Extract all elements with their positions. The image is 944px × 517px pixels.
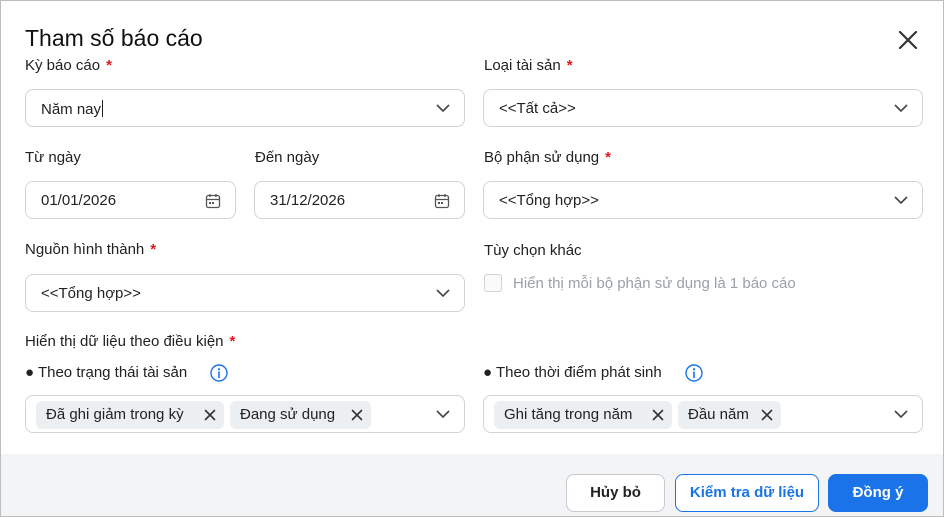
chevron-down-icon[interactable] bbox=[436, 409, 450, 419]
report-params-dialog: Tham số báo cáo Kỳ báo cáo * Năm nay Loại… bbox=[0, 0, 944, 517]
asset-status-multiselect[interactable]: Đã ghi giảm trong kỳ Đang sử dụng bbox=[25, 395, 465, 433]
report-period-select[interactable]: Năm nay bbox=[25, 89, 465, 127]
calendar-icon[interactable] bbox=[205, 193, 221, 209]
department-select[interactable]: <<Tổng hợp>> bbox=[483, 181, 923, 219]
tag-chip: Đầu năm bbox=[678, 401, 781, 429]
asset-type-value: <<Tất cả>> bbox=[499, 100, 576, 117]
from-date-value: 01/01/2026 bbox=[41, 192, 117, 209]
to-date-value: 31/12/2026 bbox=[270, 192, 346, 209]
dialog-title: Tham số báo cáo bbox=[25, 25, 203, 51]
remove-tag-icon[interactable] bbox=[204, 409, 216, 421]
info-icon[interactable] bbox=[685, 364, 703, 382]
to-date-label: Đến ngày bbox=[255, 149, 320, 166]
source-label: Nguồn hình thành * bbox=[25, 241, 157, 258]
chevron-down-icon[interactable] bbox=[894, 103, 908, 113]
source-select[interactable]: <<Tổng hợp>> bbox=[25, 274, 465, 312]
asset-type-label: Loại tài sản * bbox=[484, 57, 573, 74]
report-period-value: Năm nay bbox=[41, 101, 102, 118]
tag-label: Ghi tăng trong năm bbox=[504, 406, 633, 423]
remove-tag-icon[interactable] bbox=[652, 409, 664, 421]
chevron-down-icon[interactable] bbox=[436, 103, 450, 113]
text-cursor bbox=[102, 100, 104, 117]
source-value: <<Tổng hợp>> bbox=[41, 285, 141, 302]
info-icon[interactable] bbox=[210, 364, 228, 382]
department-value: <<Tổng hợp>> bbox=[499, 192, 599, 209]
close-icon[interactable] bbox=[896, 28, 920, 52]
asset-type-select[interactable]: <<Tất cả>> bbox=[483, 89, 923, 127]
ok-button[interactable]: Đồng ý bbox=[828, 474, 928, 512]
separate-report-checkbox[interactable] bbox=[484, 274, 502, 292]
tag-chip: Đã ghi giảm trong kỳ bbox=[36, 401, 224, 429]
asset-status-label: ● Theo trạng thái tài sản bbox=[25, 364, 188, 381]
cancel-button[interactable]: Hủy bỏ bbox=[566, 474, 665, 512]
remove-tag-icon[interactable] bbox=[761, 409, 773, 421]
chevron-down-icon[interactable] bbox=[894, 409, 908, 419]
occurrence-time-multiselect[interactable]: Ghi tăng trong năm Đầu năm bbox=[483, 395, 923, 433]
department-label: Bộ phận sử dụng * bbox=[484, 149, 611, 166]
separate-report-checkbox-label[interactable]: Hiển thị mỗi bộ phận sử dụng là 1 báo cá… bbox=[513, 275, 796, 292]
from-date-input[interactable]: 01/01/2026 bbox=[25, 181, 236, 219]
to-date-input[interactable]: 31/12/2026 bbox=[254, 181, 465, 219]
remove-tag-icon[interactable] bbox=[351, 409, 363, 421]
condition-label: Hiển thị dữ liệu theo điều kiện * bbox=[25, 333, 236, 350]
other-options-label: Tùy chọn khác bbox=[484, 242, 582, 259]
tag-label: Đang sử dụng bbox=[240, 406, 336, 423]
tag-label: Đầu năm bbox=[688, 406, 749, 423]
chevron-down-icon[interactable] bbox=[436, 288, 450, 298]
calendar-icon[interactable] bbox=[434, 193, 450, 209]
report-period-label: Kỳ báo cáo * bbox=[25, 57, 112, 74]
chevron-down-icon[interactable] bbox=[894, 195, 908, 205]
tag-chip: Ghi tăng trong năm bbox=[494, 401, 672, 429]
occurrence-time-label: ● Theo thời điểm phát sinh bbox=[483, 364, 662, 381]
tag-label: Đã ghi giảm trong kỳ bbox=[46, 406, 184, 423]
from-date-label: Từ ngày bbox=[25, 149, 81, 166]
check-data-button[interactable]: Kiểm tra dữ liệu bbox=[675, 474, 819, 512]
tag-chip: Đang sử dụng bbox=[230, 401, 371, 429]
